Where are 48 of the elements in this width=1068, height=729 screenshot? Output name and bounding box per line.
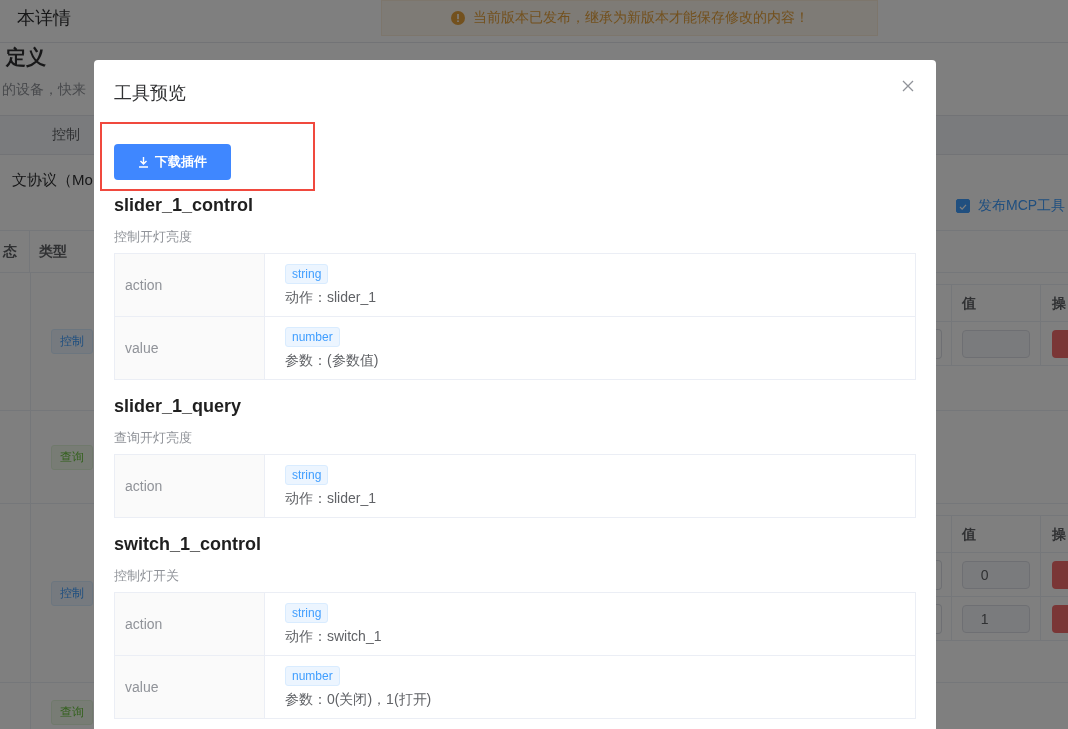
delete-button[interactable] xyxy=(1052,560,1068,589)
notice-text: 当前版本已发布，继承为新版本才能保存修改的内容！ xyxy=(472,9,809,27)
param-name: value xyxy=(115,656,265,718)
column-header: 值 xyxy=(951,516,1042,553)
column-header: 态 xyxy=(3,242,17,261)
type-tag: 控制 xyxy=(51,580,93,606)
param-description: 动作：slider_1 xyxy=(285,488,377,508)
type-tag: 查询 xyxy=(51,700,93,725)
param-description: 动作：slider_1 xyxy=(285,287,377,307)
type-tag: string xyxy=(285,464,329,485)
warning-icon xyxy=(450,11,465,25)
page-title: 本详情 xyxy=(16,7,72,30)
type-tag: string xyxy=(285,263,329,284)
tool-description: 查询开灯亮度 xyxy=(114,429,193,447)
tool-name: slider_1_query xyxy=(114,395,243,418)
param-description: 动作：switch_1 xyxy=(285,626,382,646)
download-button[interactable]: 下载插件 xyxy=(114,144,231,180)
tool-name: slider_1_control xyxy=(114,194,255,217)
download-icon xyxy=(138,156,149,168)
close-icon[interactable] xyxy=(902,79,914,92)
value-field[interactable]: 1 xyxy=(961,604,1030,633)
value-field[interactable]: 0 xyxy=(961,560,1030,589)
type-tag: 控制 xyxy=(51,329,93,354)
section-title: 定义 xyxy=(6,45,46,69)
protocol-label: 文协议（Mo xyxy=(12,171,93,190)
checkbox[interactable] xyxy=(956,198,970,213)
tool-description: 控制开灯亮度 xyxy=(114,228,193,246)
type-tag: number xyxy=(285,326,340,347)
param-description: 参数：(参数值) xyxy=(285,350,379,370)
column-header: 值 xyxy=(951,285,1042,322)
param-name: action xyxy=(115,455,265,517)
delete-button[interactable] xyxy=(1052,604,1068,633)
checkbox-label[interactable]: 发布MCP工具 xyxy=(978,196,1066,215)
tool-description: 控制灯开关 xyxy=(114,567,180,585)
column-header: 类型 xyxy=(38,242,67,261)
column-header: 操 xyxy=(1051,293,1068,313)
param-name: action xyxy=(115,254,265,316)
param-description: 参数：0(关闭)，1(打开) xyxy=(285,689,432,709)
param-name: value xyxy=(115,317,265,379)
type-tag: string xyxy=(285,602,329,623)
tab[interactable]: 控制 xyxy=(52,126,80,144)
tool-name: switch_1_control xyxy=(114,533,263,556)
delete-button[interactable] xyxy=(1052,329,1068,358)
param-name: action xyxy=(115,593,265,655)
type-tag: 查询 xyxy=(51,444,93,470)
type-tag: number xyxy=(285,665,340,686)
column-header: 操 xyxy=(1051,524,1068,544)
dialog-title: 工具预览 xyxy=(114,82,186,105)
